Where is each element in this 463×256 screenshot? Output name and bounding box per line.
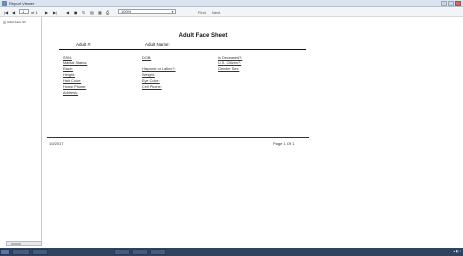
footer-rule [47,137,309,138]
field-is-deceased: Is Deceased?: [218,56,243,60]
folder-icon [3,20,6,24]
first-page-button[interactable]: |◀ [4,10,8,15]
field-marital-status: Marital Status: [63,61,88,65]
taskbar-app-button[interactable] [32,249,48,255]
window-controls [441,1,461,6]
maximize-button[interactable] [448,1,454,6]
adult-number-label: Adult #: [76,42,92,47]
header-rule [59,49,306,50]
scrollbar-thumb[interactable] [11,243,21,245]
field-address: Address: [63,91,78,95]
report-page: Adult Face Sheet Adult #: Adult Name: SS… [43,17,463,241]
field-dob: DOB: [142,56,152,60]
field-eye-color: Eye Color: [142,79,160,83]
app-icon [2,1,7,6]
taskbar-app-button[interactable] [132,249,148,255]
start-button[interactable] [0,249,10,255]
zoom-value: 100% [121,9,132,14]
field-cell-phone: Cell Phone: [142,85,162,89]
last-page-button[interactable]: ▶| [53,10,57,15]
field-home-phone: Home Phone: [63,85,87,89]
window-titlebar: Report Viewer [0,0,463,7]
window-title: Report Viewer [9,1,35,6]
taskbar: ▴ ◧ ♪ [0,248,463,256]
field-hair-color: Hair Color: [63,79,82,83]
document-map-pane: Adult Face Sh [0,17,42,241]
chevron-down-icon: ▼ [171,10,174,14]
footer-date: 10/2017 [49,141,64,146]
next-page-button[interactable]: ▶ [45,10,48,15]
document-map-item[interactable]: Adult Face Sh [3,20,26,24]
field-gender-sex: Gender Sex: [218,67,240,71]
find-link[interactable]: Find [198,10,206,15]
horizontal-scrollbar[interactable] [6,241,42,246]
taskbar-app-button[interactable] [150,249,166,255]
export-icon[interactable]: ⎙ [106,10,109,15]
footer-page-number: Page 1 Of 1 [273,141,295,146]
field-hispanic-latino: Hispanic or Latino?: [142,67,176,71]
field-weight: Weight: [142,73,155,77]
zoom-select[interactable]: 100% ▼ [118,9,176,14]
field-height: Height: [63,73,76,77]
page-number-input[interactable]: 1 [19,9,29,14]
field-us-citizen: U.S. Citizen?: [218,61,242,65]
print-icon[interactable]: ▤ [90,10,94,15]
report-toolbar: |◀ ◀ 1 of 1 ▶ ▶| ◀ ◼ ↻ ▤ ▦ ⎙ 100% ▼ Find… [0,7,463,17]
back-icon[interactable]: ◀ [66,10,69,15]
previous-page-button[interactable]: ◀ [12,10,15,15]
print-layout-icon[interactable]: ▦ [98,10,102,15]
field-race: Race: [63,67,73,71]
taskbar-app-button[interactable] [12,249,30,255]
refresh-icon[interactable]: ↻ [82,10,85,15]
minimize-button[interactable] [441,1,447,6]
field-ssn: SSN: [63,56,72,60]
stop-icon[interactable]: ◼ [74,10,77,15]
document-map-item-label: Adult Face Sh [7,20,26,24]
taskbar-app-button[interactable] [114,249,130,255]
close-button[interactable] [455,1,461,6]
page-count-label: of 1 [31,9,38,15]
report-title: Adult Face Sheet [178,33,228,39]
adult-name-label: Adult Name: [145,42,170,47]
find-next-link[interactable]: Next [212,10,220,15]
system-tray: ▴ ◧ ♪ [453,249,461,253]
